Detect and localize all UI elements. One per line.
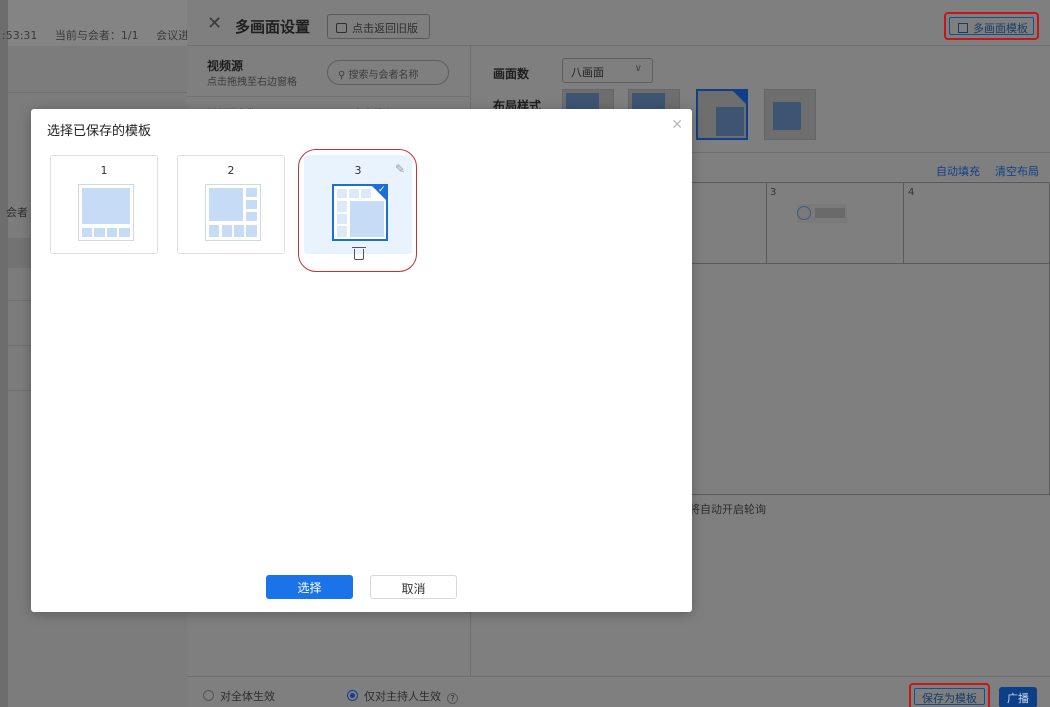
layout-option-4[interactable] (764, 89, 816, 140)
template-button-inner[interactable]: 多画面模板 (949, 17, 1034, 35)
layout-option-3[interactable] (696, 89, 748, 140)
save-as-template-button[interactable]: 保存为模板 (909, 683, 990, 707)
panel-header: ✕ 多画面设置 点击返回旧版 多画面模板 (187, 0, 1050, 46)
screen-count-value: 八画面 (571, 66, 604, 79)
radio-host-label: 仅对主持人生效 (364, 690, 441, 703)
selection-highlight (298, 149, 417, 272)
panel-title: 多画面设置 (235, 18, 311, 36)
divider (8, 92, 187, 93)
template-card-2[interactable]: 2 (177, 155, 285, 254)
radio-host-only[interactable]: 仅对主持人生效? (347, 688, 458, 704)
video-source-subtitle: 点击拖拽至右边窗格 (207, 77, 297, 88)
template-number: 2 (227, 164, 235, 177)
video-source-title: 视频源 (207, 59, 244, 73)
template-icon (958, 23, 968, 33)
radio-circle (203, 690, 214, 701)
side-label: 会者 (6, 206, 28, 219)
template-number: 1 (100, 164, 108, 177)
participant-tile[interactable] (797, 204, 847, 223)
dialog-title: 选择已保存的模板 (47, 124, 152, 139)
template-thumbnail (78, 184, 134, 241)
template-card-1[interactable]: 1 (50, 155, 158, 254)
layout-block (773, 102, 801, 130)
left-edge (0, 0, 8, 707)
template-block (94, 228, 105, 237)
template-block (82, 188, 130, 224)
broadcast-button[interactable]: 广播 (999, 687, 1037, 707)
cell-number: 3 (770, 187, 777, 198)
auto-fill-link[interactable]: 自动填充 (936, 163, 980, 179)
template-block (82, 228, 92, 237)
template-block (246, 188, 257, 197)
attendee-count: 当前与会者：1/1 (54, 29, 139, 42)
search-icon: ⚲ (338, 70, 349, 81)
meeting-time: :53:31 (2, 29, 38, 42)
radio-circle-checked (347, 690, 358, 701)
template-thumbnail (205, 184, 261, 241)
template-block (209, 188, 243, 221)
cancel-button[interactable]: 取消 (370, 575, 457, 599)
multi-screen-template-button[interactable]: 多画面模板 (944, 12, 1039, 40)
save-as-template-label[interactable]: 保存为模板 (914, 688, 985, 705)
search-placeholder: 搜索与会者名称 (348, 70, 419, 81)
template-block (119, 228, 130, 237)
close-icon[interactable]: ✕ (671, 117, 683, 133)
template-block (209, 225, 219, 237)
check-icon (732, 90, 747, 105)
select-button[interactable]: 选择 (266, 575, 353, 599)
template-block (246, 200, 257, 209)
template-button-label: 多画面模板 (973, 22, 1028, 35)
help-icon[interactable]: ? (447, 693, 458, 704)
avatar (797, 206, 811, 220)
back-to-old-version-button[interactable]: 点击返回旧版 (327, 14, 430, 39)
participant-name-blurred (815, 208, 845, 218)
screen-count-label: 画面数 (493, 67, 530, 81)
template-block (107, 228, 117, 237)
cell-number: 4 (908, 187, 915, 198)
participant-search-input[interactable]: ⚲ 搜索与会者名称 (327, 60, 449, 85)
template-block (222, 225, 232, 237)
layout-block (716, 107, 744, 136)
template-block (246, 212, 257, 221)
screen-count-select[interactable]: 八画面 ∨ (562, 58, 653, 83)
select-template-dialog: 选择已保存的模板 ✕ 1 2 3 ✎ ✓ 选择 取消 (31, 109, 692, 612)
template-block (246, 225, 257, 237)
clear-layout-link[interactable]: 清空布局 (995, 163, 1039, 179)
grid-divider (903, 183, 904, 263)
meeting-info: :53:31 当前与会者：1/1 会议进行 (2, 27, 214, 43)
back-old-label: 点击返回旧版 (352, 22, 418, 35)
radio-all-label: 对全体生效 (220, 690, 275, 703)
panel-footer: 对全体生效 仅对主持人生效? 保存为模板 广播 (187, 676, 1050, 707)
radio-apply-all[interactable]: 对全体生效 (203, 688, 275, 704)
grid-divider (766, 183, 767, 263)
back-old-icon (336, 23, 347, 33)
close-icon[interactable]: ✕ (207, 13, 222, 34)
chevron-down-icon: ∨ (634, 63, 642, 74)
template-block (234, 225, 244, 237)
